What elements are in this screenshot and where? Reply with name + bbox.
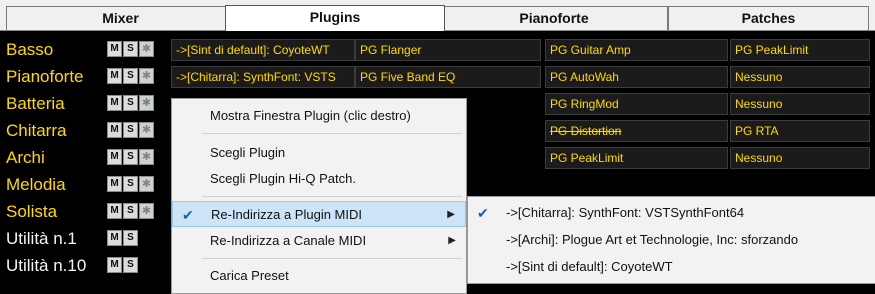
- plugin-slot-c3[interactable]: PG Distortion: [545, 120, 728, 142]
- tab-mixer[interactable]: Mixer: [6, 6, 235, 30]
- solo-button[interactable]: S: [123, 95, 138, 111]
- tab-bar: Mixer Pianoforte Patches Plugins: [0, 0, 875, 31]
- track-name[interactable]: Utilità n.1: [6, 228, 107, 250]
- menu-item-label: Scegli Plugin: [210, 145, 286, 160]
- plugin-slot-c4[interactable]: Nessuno: [730, 66, 870, 88]
- plugin-slot-c2[interactable]: PG Five Band EQ: [355, 66, 541, 88]
- star-icon[interactable]: ✱: [139, 122, 154, 138]
- solo-button[interactable]: S: [123, 68, 138, 84]
- menu-item-route-to-midi-plugin[interactable]: ✔ Re-Indirizza a Plugin MIDI ▶: [172, 201, 466, 227]
- chevron-right-icon: ▶: [448, 235, 456, 246]
- menu-item-label: Mostra Finestra Plugin (clic destro): [210, 108, 411, 123]
- track-name[interactable]: Batteria: [6, 93, 107, 115]
- mute-solo-group: M S ✱: [107, 68, 154, 84]
- plugin-slot-c3[interactable]: PG AutoWah: [545, 66, 728, 88]
- submenu-item-chitarra[interactable]: ✔ ->[Chitarra]: SynthFont: VSTSynthFont6…: [468, 200, 875, 226]
- menu-item-route-to-midi-channel[interactable]: Re-Indirizza a Canale MIDI ▶: [172, 228, 466, 254]
- submenu-item-label: ->[Chitarra]: SynthFont: VSTSynthFont64: [506, 205, 745, 220]
- menu-item-label: Re-Indirizza a Canale MIDI: [210, 233, 367, 248]
- menu-item-load-preset[interactable]: Carica Preset: [172, 263, 466, 289]
- plugin-slot-c3[interactable]: PG PeakLimit: [545, 147, 728, 169]
- solo-button[interactable]: S: [123, 149, 138, 165]
- track-row: Basso M S ✱ ->[Sint di default]: CoyoteWT PG …: [0, 37, 875, 63]
- plugin-slot-c4[interactable]: PG RTA: [730, 120, 870, 142]
- solo-button[interactable]: S: [123, 203, 138, 219]
- checkmark-icon: ✔: [477, 205, 489, 221]
- mute-solo-group: MS: [107, 257, 138, 273]
- context-menu: Mostra Finestra Plugin (clic destro) Sce…: [171, 98, 467, 294]
- mute-button[interactable]: M: [107, 122, 122, 138]
- mute-solo-group: M S ✱: [107, 41, 154, 57]
- submenu-item-archi[interactable]: ->[Archi]: Plogue Art et Technologie, In…: [468, 227, 875, 253]
- menu-separator: [202, 196, 462, 197]
- star-icon[interactable]: ✱: [139, 176, 154, 192]
- star-icon[interactable]: ✱: [139, 203, 154, 219]
- mute-solo-group: M S ✱: [107, 203, 154, 219]
- menu-item-choose-hiq-patch[interactable]: Scegli Plugin Hi-Q Patch.: [172, 166, 466, 192]
- menu-item-label: Carica Preset: [210, 268, 289, 283]
- plugin-slot-c2[interactable]: PG Flanger: [355, 39, 541, 61]
- tab-patches[interactable]: Patches: [668, 6, 869, 30]
- plugin-slot-c4[interactable]: Nessuno: [730, 93, 870, 115]
- plugin-slot-c4[interactable]: Nessuno: [730, 147, 870, 169]
- mute-solo-group: M S ✱: [107, 95, 154, 111]
- solo-button[interactable]: S: [123, 122, 138, 138]
- tab-pianoforte[interactable]: Pianoforte: [440, 6, 668, 30]
- solo-button[interactable]: S: [123, 230, 138, 246]
- menu-separator: [202, 258, 462, 259]
- tab-plugins[interactable]: Plugins: [225, 5, 445, 31]
- mute-solo-group: M S ✱: [107, 149, 154, 165]
- submenu-midi-plugins: ✔ ->[Chitarra]: SynthFont: VSTSynthFont6…: [467, 196, 875, 284]
- plugin-slot-c3[interactable]: PG RingMod: [545, 93, 728, 115]
- star-icon[interactable]: ✱: [139, 95, 154, 111]
- solo-button[interactable]: S: [123, 257, 138, 273]
- mute-button[interactable]: M: [107, 176, 122, 192]
- track-name[interactable]: Basso: [6, 39, 107, 61]
- star-icon[interactable]: ✱: [139, 41, 154, 57]
- track-name[interactable]: Pianoforte: [6, 66, 107, 88]
- menu-item-label: Scegli Plugin Hi-Q Patch.: [210, 171, 356, 186]
- track-row: Pianoforte M S ✱ ->[Chitarra]: SynthFont: VS…: [0, 64, 875, 90]
- chevron-right-icon: ▶: [447, 209, 455, 220]
- checkmark-icon: ✔: [182, 207, 194, 223]
- mute-button[interactable]: M: [107, 149, 122, 165]
- plugin-slot-c1[interactable]: ->[Chitarra]: SynthFont: VSTS: [171, 66, 355, 88]
- submenu-item-label: ->[Archi]: Plogue Art et Technologie, In…: [506, 232, 799, 247]
- menu-separator: [202, 133, 462, 134]
- star-icon[interactable]: ✱: [139, 68, 154, 84]
- plugin-slot-c4[interactable]: PG PeakLimit: [730, 39, 870, 61]
- submenu-item-sint-default[interactable]: ->[Sint di default]: CoyoteWT: [468, 254, 875, 280]
- menu-item-label: Re-Indirizza a Plugin MIDI: [211, 207, 362, 222]
- menu-item-choose-plugin[interactable]: Scegli Plugin: [172, 140, 466, 166]
- mute-button[interactable]: M: [107, 257, 122, 273]
- mute-solo-group: M S ✱: [107, 176, 154, 192]
- mute-button[interactable]: M: [107, 95, 122, 111]
- mute-button[interactable]: M: [107, 68, 122, 84]
- mute-solo-group: M S ✱: [107, 122, 154, 138]
- star-icon[interactable]: ✱: [139, 149, 154, 165]
- menu-item-show-plugin-window[interactable]: Mostra Finestra Plugin (clic destro): [172, 103, 466, 129]
- mute-button[interactable]: M: [107, 41, 122, 57]
- solo-button[interactable]: S: [123, 41, 138, 57]
- track-name[interactable]: Archi: [6, 147, 107, 169]
- track-name[interactable]: Utilità n.10: [6, 255, 107, 277]
- solo-button[interactable]: S: [123, 176, 138, 192]
- track-name[interactable]: Chitarra: [6, 120, 107, 142]
- mute-button[interactable]: M: [107, 203, 122, 219]
- submenu-item-label: ->[Sint di default]: CoyoteWT: [506, 259, 673, 274]
- track-name[interactable]: Melodia: [6, 174, 107, 196]
- track-name[interactable]: Solista: [6, 201, 107, 223]
- mute-button[interactable]: M: [107, 230, 122, 246]
- plugin-slot-c3[interactable]: PG Guitar Amp: [545, 39, 728, 61]
- plugin-slot-c1[interactable]: ->[Sint di default]: CoyoteWT: [171, 39, 355, 61]
- mute-solo-group: MS: [107, 230, 138, 246]
